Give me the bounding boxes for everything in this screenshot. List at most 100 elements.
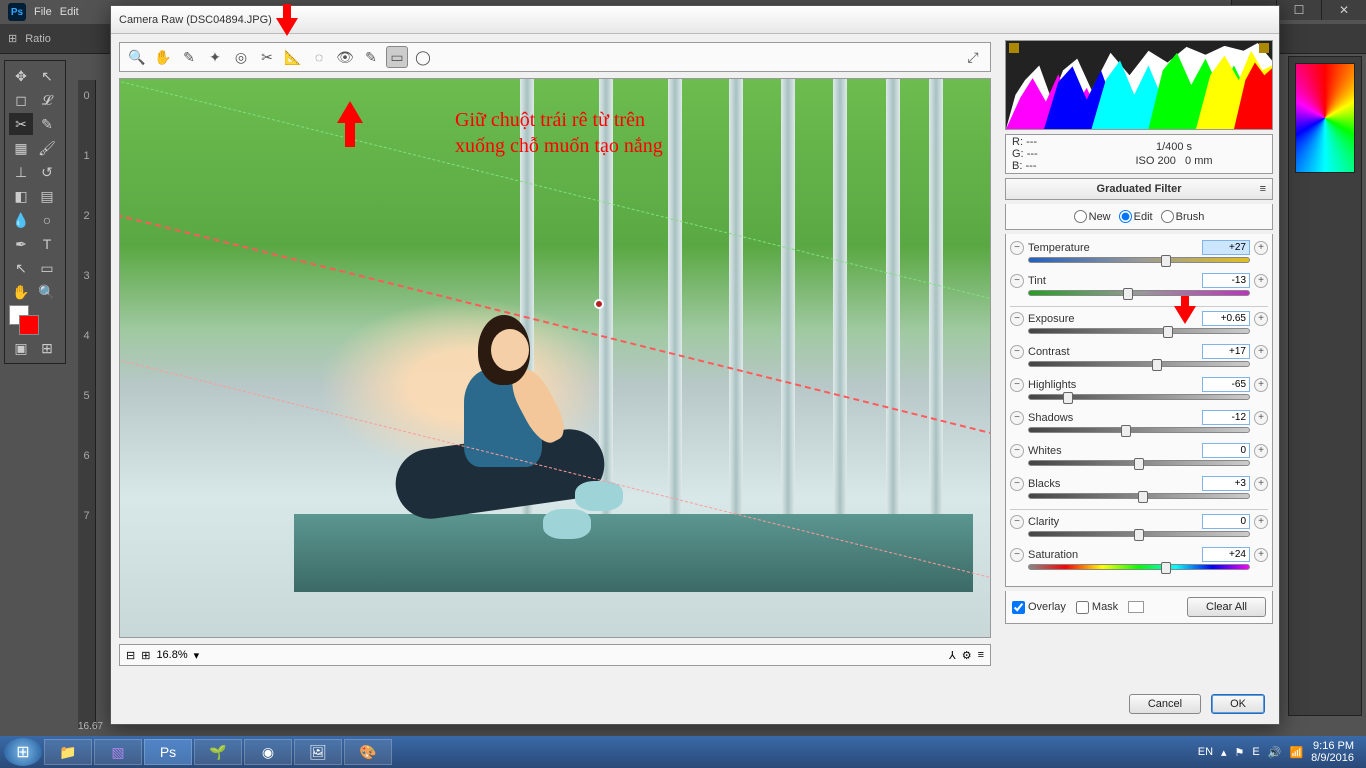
overlay-checkbox[interactable]: Overlay [1012,601,1066,614]
blacks-slider[interactable] [1028,493,1250,503]
graduated-filter-icon[interactable]: ▭ [386,46,408,68]
taskbar-chrome[interactable]: ◉ [244,739,292,765]
temperature-slider[interactable] [1028,257,1250,267]
stamp-tool[interactable]: ⊥ [9,161,33,183]
exposure-slider[interactable] [1028,328,1250,338]
screenmode-tool[interactable]: ⊞ [35,337,59,359]
frame-tool[interactable]: ▦ [9,137,33,159]
maximize-button[interactable]: ☐ [1276,0,1321,20]
brush-tool[interactable]: 🖌 [35,137,59,159]
taskbar-photos[interactable]: 🖼 [294,739,342,765]
redeye-icon[interactable]: 👁 [334,46,356,68]
preview-compare-icon[interactable]: ⅄ [949,649,956,662]
eraser-tool[interactable]: ◧ [9,185,33,207]
mode-edit[interactable]: Edit [1119,210,1153,223]
shape-tool[interactable]: ▭ [35,257,59,279]
hand-icon[interactable]: ✋ [152,46,174,68]
tray-volume-icon[interactable]: 📶 [1289,746,1303,759]
lasso-tool[interactable]: 𝓛 [35,89,59,111]
acr-canvas[interactable]: Giữ chuột trái rê từ trên xuống chỗ muốn… [119,78,991,638]
taskbar-photoshop[interactable]: Ps [144,739,192,765]
arrow-tool[interactable]: ↖ [35,65,59,87]
dodge-tool[interactable]: ○ [35,209,59,231]
plus-icon[interactable]: + [1254,241,1268,255]
crop-tool[interactable]: ✂ [9,113,33,135]
zoom-tool[interactable]: 🔍 [35,281,59,303]
clear-all-button[interactable]: Clear All [1187,597,1266,617]
mask-checkbox[interactable]: Mask [1076,601,1118,614]
type-tool[interactable]: T [35,233,59,255]
whites-slider[interactable] [1028,460,1250,470]
mask-color-swatch[interactable] [1128,601,1144,613]
color-swatches[interactable] [9,305,39,335]
pen-tool[interactable]: ✒ [9,233,33,255]
radial-filter-icon[interactable]: ◯ [412,46,434,68]
shadows-input[interactable] [1202,410,1250,425]
mode-brush[interactable]: Brush [1161,210,1205,223]
clarity-input[interactable] [1202,514,1250,529]
menu-file[interactable]: File [34,6,52,18]
contrast-slider[interactable] [1028,361,1250,371]
crop-options-icon[interactable]: ⊞ [8,32,17,45]
panel-menu-icon[interactable]: ≡ [1260,183,1266,195]
highlights-slider[interactable] [1028,394,1250,404]
temperature-input[interactable] [1202,240,1250,255]
highlights-input[interactable] [1202,377,1250,392]
path-select-tool[interactable]: ↖ [9,257,33,279]
minus-icon[interactable]: − [1010,241,1024,255]
move-tool[interactable]: ✥ [9,65,33,87]
zoom-dropdown-icon[interactable]: ▾ [194,649,200,662]
taskbar-coccoc[interactable]: 🌱 [194,739,242,765]
saturation-input[interactable] [1202,547,1250,562]
mode-new[interactable]: New [1074,210,1111,223]
color-panel[interactable] [1295,63,1355,173]
tray-lang[interactable]: EN [1198,746,1213,758]
spot-icon[interactable]: ◌ [308,46,330,68]
tray-flag-icon[interactable]: ⚑ [1235,746,1245,759]
taskbar-paint[interactable]: 🎨 [344,739,392,765]
tint-slider[interactable] [1028,290,1250,300]
adjustbrush-icon[interactable]: ✎ [360,46,382,68]
whitebalance-icon[interactable]: ✎ [178,46,200,68]
menu-edit[interactable]: Edit [60,6,79,18]
exposure-input[interactable] [1202,311,1250,326]
highlight-clip-icon[interactable] [1259,43,1269,53]
preview-menu-icon[interactable]: ≡ [978,649,984,661]
fullscreen-icon[interactable]: ⤢ [962,46,984,68]
quickmask-tool[interactable]: ▣ [9,337,33,359]
tray-app-icon[interactable]: E [1252,746,1259,758]
clarity-slider[interactable] [1028,531,1250,541]
history-brush-tool[interactable]: ↺ [35,161,59,183]
straighten-icon[interactable]: 📐 [282,46,304,68]
tray-clock[interactable]: 9:16 PM8/9/2016 [1311,740,1354,764]
whites-input[interactable] [1202,443,1250,458]
graduated-filter-overlay[interactable] [120,79,990,637]
targeted-icon[interactable]: ◎ [230,46,252,68]
histogram[interactable] [1005,40,1273,130]
colorsampler-icon[interactable]: ✦ [204,46,226,68]
ratio-label[interactable]: Ratio [25,33,51,45]
blacks-input[interactable] [1202,476,1250,491]
hand-tool[interactable]: ✋ [9,281,33,303]
zoom-out-icon[interactable]: ⊟ [126,649,135,662]
ok-button[interactable]: OK [1211,694,1265,714]
gradient-tool[interactable]: ▤ [35,185,59,207]
graduated-filter-pin[interactable] [594,299,604,309]
marquee-tool[interactable]: ◻ [9,89,33,111]
close-button[interactable]: ✕ [1321,0,1366,20]
saturation-slider[interactable] [1028,564,1250,574]
cancel-button[interactable]: Cancel [1129,694,1201,714]
taskbar-vs[interactable]: ▧ [94,739,142,765]
taskbar-explorer[interactable]: 📁 [44,739,92,765]
shadow-clip-icon[interactable] [1009,43,1019,53]
start-button[interactable]: ⊞ [4,738,42,766]
preview-settings-icon[interactable]: ⚙ [962,649,972,662]
crop-icon[interactable]: ✂ [256,46,278,68]
shadows-slider[interactable] [1028,427,1250,437]
zoom-icon[interactable]: 🔍 [126,46,148,68]
zoom-value[interactable]: 16.8% [156,649,187,661]
blur-tool[interactable]: 💧 [9,209,33,231]
tint-input[interactable] [1202,273,1250,288]
tray-show-hidden-icon[interactable]: ▴ [1221,746,1227,759]
contrast-input[interactable] [1202,344,1250,359]
